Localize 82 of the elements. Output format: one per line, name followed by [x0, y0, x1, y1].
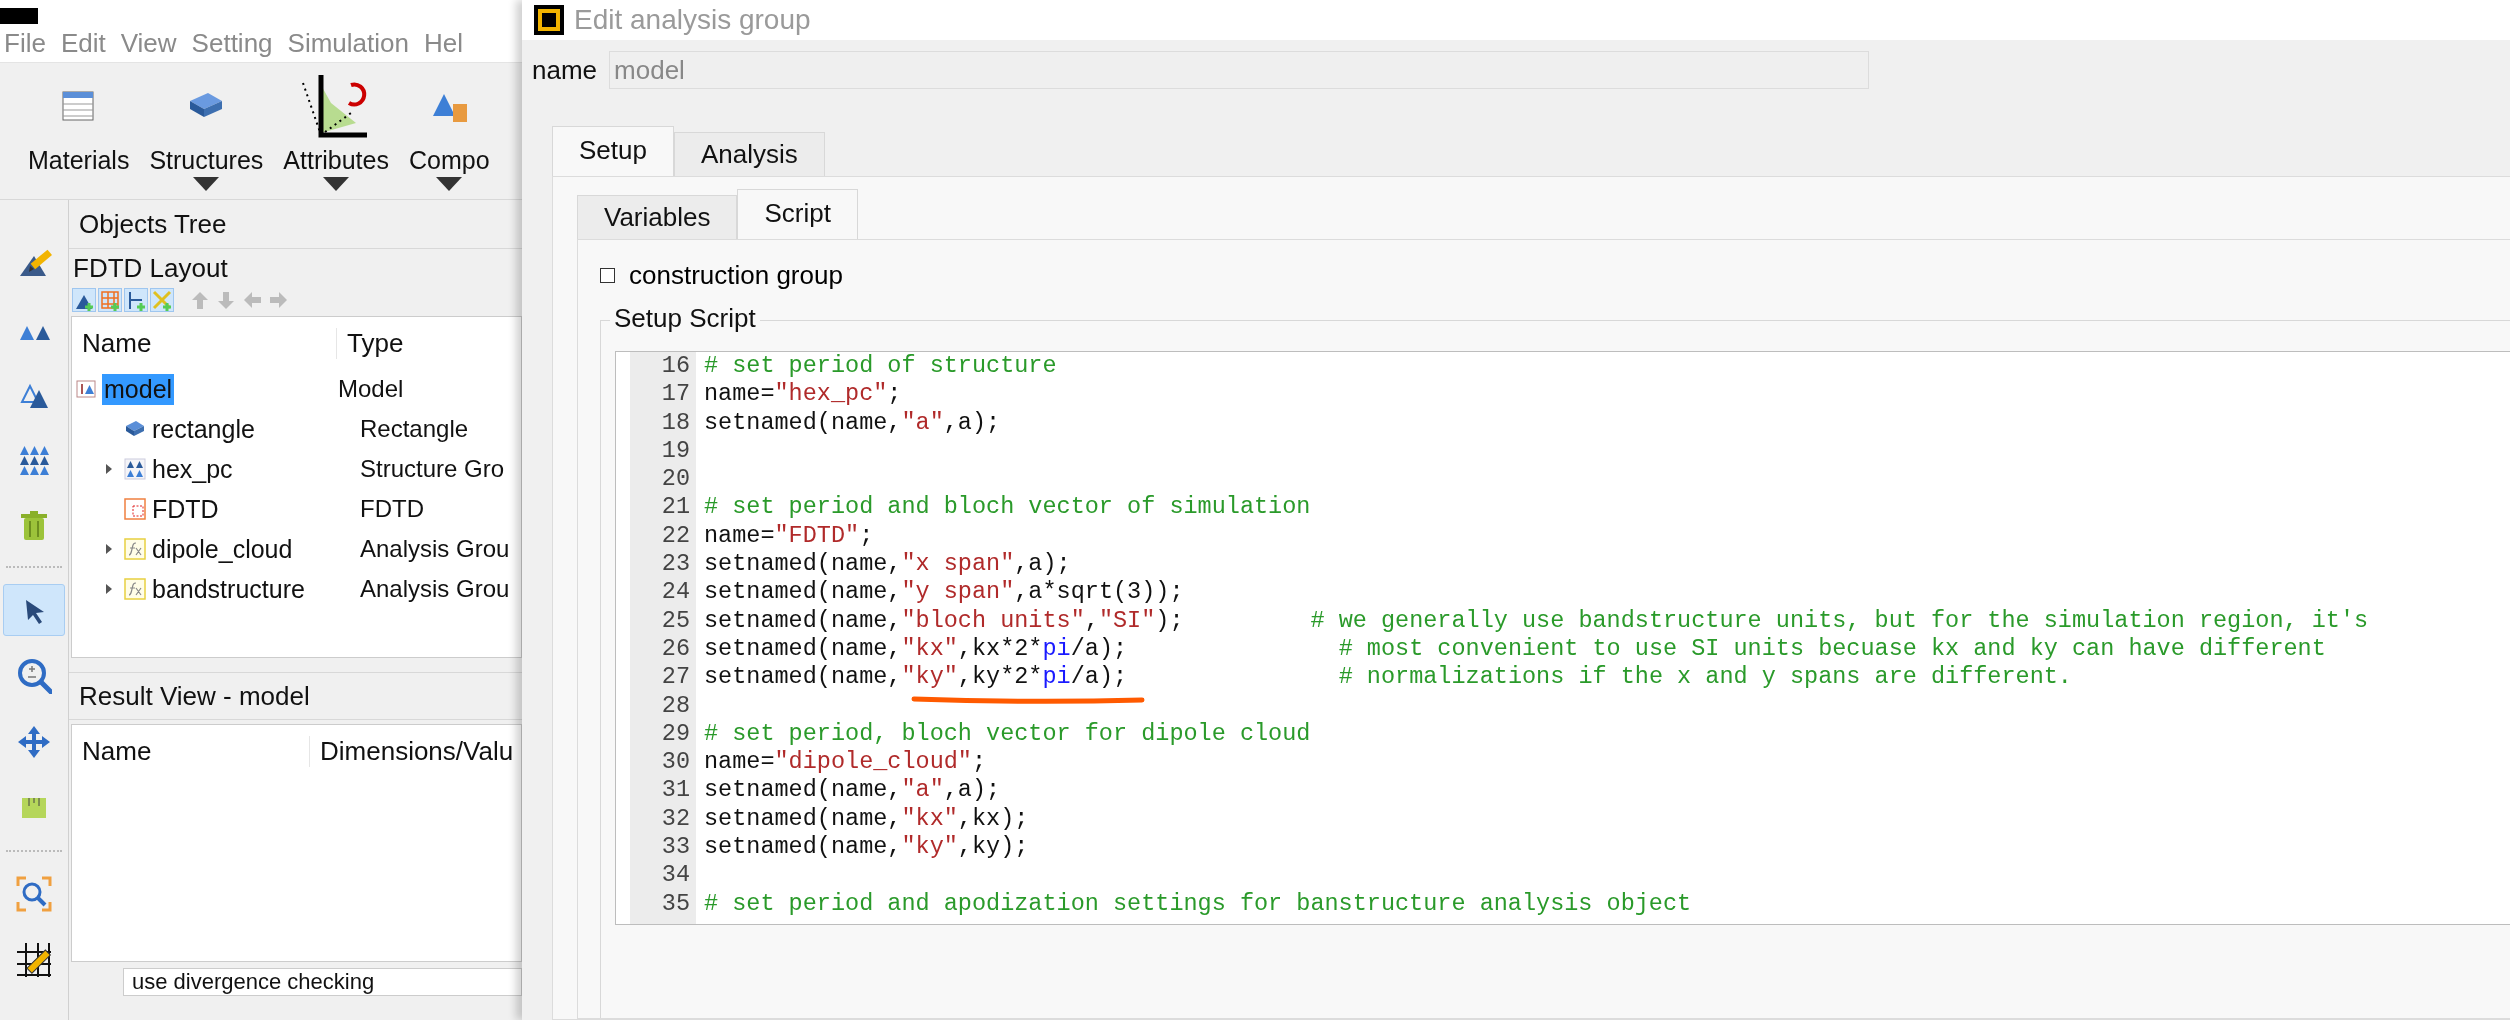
- code-line: setnamed(name,"bloch units","SI"); # we generally use bandstructure units, but for the simulation region, it's: [704, 606, 2369, 634]
- tab[interactable]: Variables: [577, 195, 738, 239]
- code-line: name="hex_pc";: [704, 380, 902, 408]
- line-number: 31: [661, 776, 690, 804]
- code-line: name="dipole_cloud";: [704, 748, 987, 776]
- tab[interactable]: Script: [737, 189, 858, 239]
- tree-item[interactable]: FDTD: [150, 493, 221, 525]
- line-number: 17: [661, 380, 690, 408]
- tree-item[interactable]: bandstructure: [150, 573, 307, 605]
- column-header[interactable]: Dimensions/Valu: [310, 735, 514, 767]
- line-number: 23: [661, 550, 690, 578]
- line-number: 32: [661, 804, 690, 832]
- code-line: name="FDTD";: [704, 521, 874, 549]
- caret-icon[interactable]: [104, 463, 114, 475]
- column-header[interactable]: Type: [337, 327, 404, 359]
- type-cell: FDTD: [360, 495, 424, 523]
- type-cell: Analysis Grou: [360, 535, 510, 563]
- layout-title: FDTD Layout: [73, 253, 228, 283]
- panel-title: Objects Tree: [69, 200, 522, 249]
- tree-item[interactable]: rectangle: [150, 413, 257, 445]
- line-number: 27: [661, 663, 690, 691]
- line-number: 22: [661, 521, 690, 549]
- caret-icon[interactable]: [104, 583, 114, 595]
- tree-item[interactable]: model: [102, 373, 175, 405]
- arrow-pointer-icon[interactable]: [3, 584, 65, 636]
- code-line: setnamed(name,"ky",ky*2*pi/a); # normalizations if the x and y spans are different.: [704, 663, 2072, 691]
- line-number: 25: [661, 606, 690, 634]
- line-number: 30: [661, 748, 690, 776]
- tab[interactable]: Analysis: [673, 132, 825, 176]
- line-number: 33: [661, 833, 690, 861]
- checkbox[interactable]: construction group: [600, 260, 2510, 291]
- toolbar-button[interactable]: Materials: [22, 63, 136, 199]
- code-line: # set period, bloch vector for dipole cloud: [704, 719, 1311, 747]
- line-number: 29: [661, 719, 690, 747]
- field-label: name: [532, 54, 598, 86]
- column-header[interactable]: Name: [72, 735, 310, 767]
- code-editor[interactable]: [615, 351, 2510, 925]
- logo-icon: [0, 8, 38, 24]
- type-cell: Analysis Grou: [360, 575, 510, 603]
- line-number: 19: [661, 436, 690, 464]
- column-header[interactable]: Name: [72, 327, 337, 359]
- line-number: 28: [661, 691, 690, 719]
- code-line: setnamed(name,"ky",ky);: [704, 833, 1029, 861]
- line-number: 24: [661, 578, 690, 606]
- panel-title: Result View - model: [69, 672, 522, 720]
- add-axis-icon[interactable]: [124, 288, 148, 312]
- app-icon: [534, 5, 564, 35]
- function-icon: [124, 538, 146, 560]
- input-field[interactable]: use divergence checking: [123, 968, 522, 996]
- type-cell: Rectangle: [360, 415, 469, 443]
- toolbar-button[interactable]: Compo: [402, 63, 496, 199]
- function-icon: [124, 578, 146, 600]
- add-structure-icon[interactable]: [72, 288, 96, 312]
- model-icon: [76, 378, 98, 400]
- line-number: 20: [661, 465, 690, 493]
- type-cell: Structure Gro: [360, 455, 505, 483]
- code-line: setnamed(name,"kx",kx);: [704, 804, 1029, 832]
- code-line: # set period of structure: [704, 352, 1057, 379]
- line-number: 21: [661, 493, 690, 521]
- fdtd-icon: [124, 498, 146, 520]
- code-line: setnamed(name,"a",a);: [704, 776, 1001, 804]
- code-line: setnamed(name,"x span",a);: [704, 550, 1071, 578]
- tab[interactable]: Setup: [552, 126, 674, 176]
- toolbar-button[interactable]: Attributes: [277, 63, 395, 199]
- code-line: # set period and apodization settings for banstructure analysis object: [704, 889, 1692, 917]
- tree-item[interactable]: dipole_cloud: [150, 533, 295, 565]
- type-cell: Model: [338, 375, 404, 403]
- code-line: setnamed(name,"a",a);: [704, 408, 1001, 436]
- toolbar-button[interactable]: Structures: [143, 63, 270, 199]
- line-number: 18: [661, 408, 690, 436]
- line-number: 26: [661, 634, 690, 662]
- triangle-group-icon: [124, 458, 146, 480]
- line-number: 34: [661, 861, 690, 889]
- code-line: setnamed(name,"y span",a*sqrt(3));: [704, 578, 1184, 606]
- line-number: 35: [661, 889, 690, 917]
- caret-icon[interactable]: [104, 543, 114, 555]
- table-icon: [60, 88, 97, 124]
- tree-item[interactable]: hex_pc: [150, 453, 235, 485]
- window-title: Edit analysis group: [574, 4, 811, 36]
- code-line: setnamed(name,"kx",kx*2*pi/a); # most convenient to use SI units becuase kx and ky can have different: [704, 634, 2326, 662]
- line-number: 16: [661, 352, 690, 379]
- code-line: # set period and bloch vector of simulation: [704, 493, 1311, 521]
